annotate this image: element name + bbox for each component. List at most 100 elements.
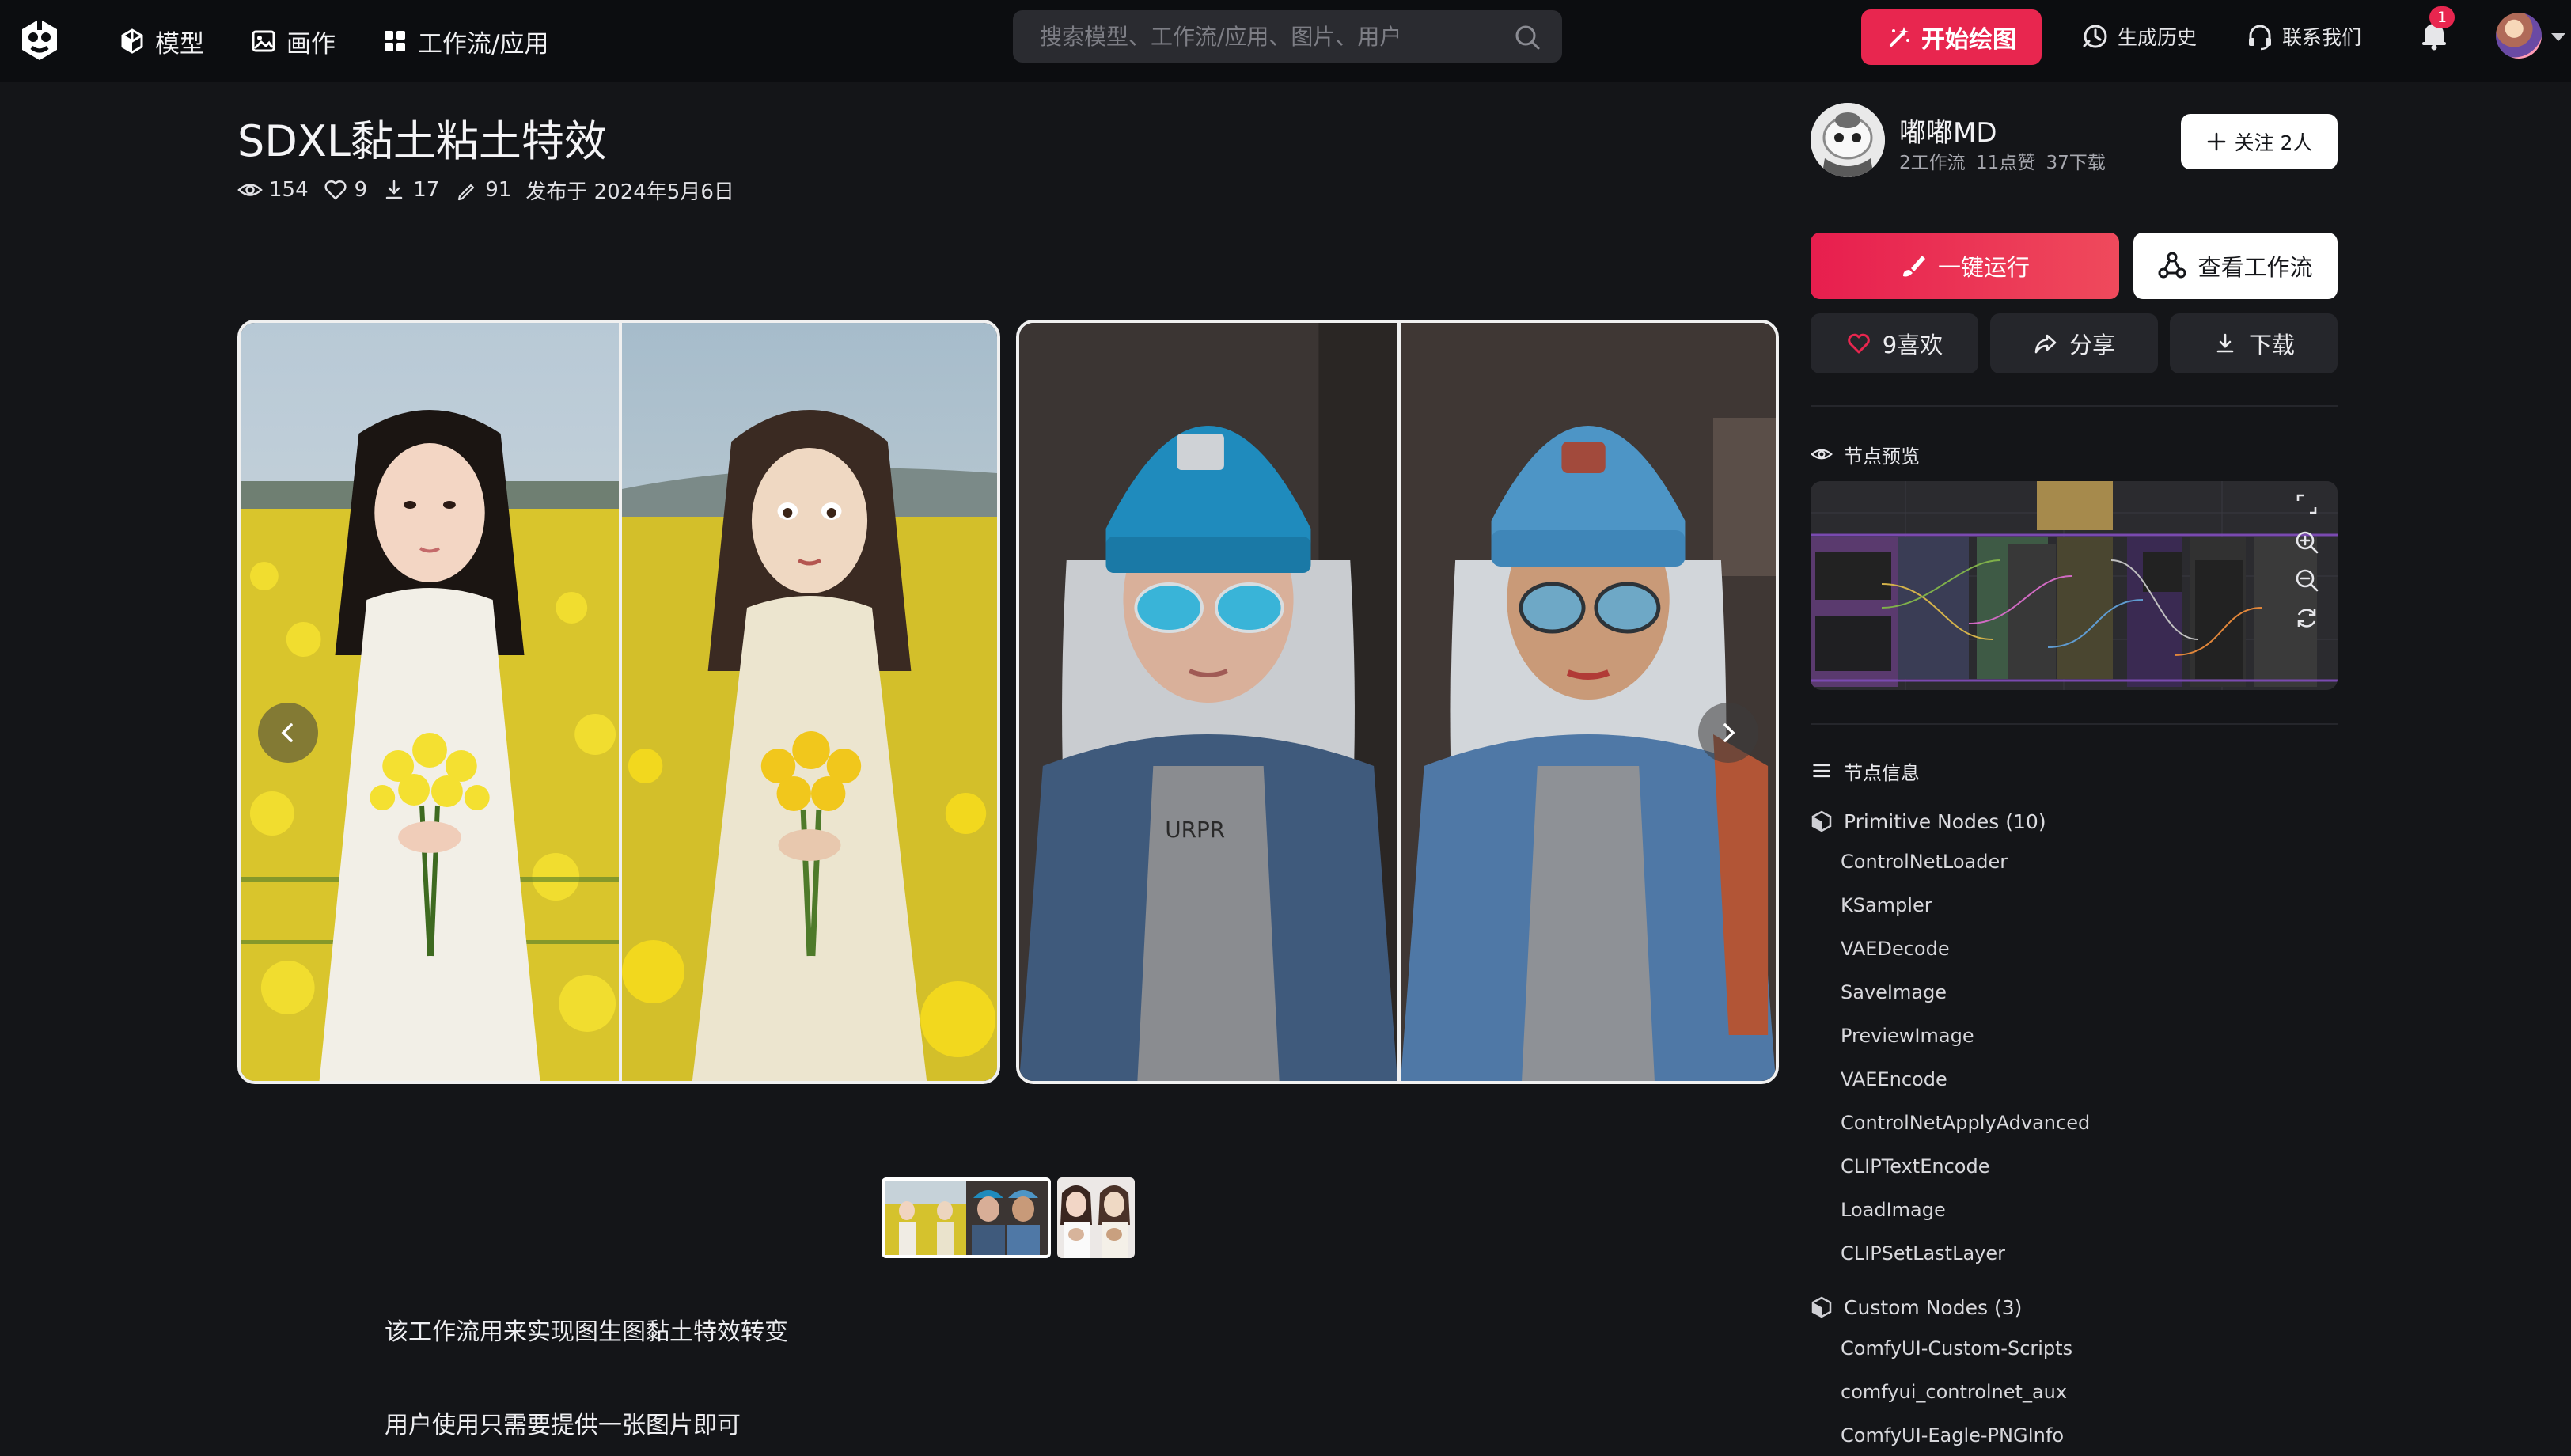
contact-us-link[interactable]: 联系我们 <box>2246 17 2361 55</box>
nav-artworks[interactable]: 画作 <box>250 17 336 65</box>
magic-wand-icon <box>1890 27 1909 47</box>
node-preview-title: 节点预览 <box>1811 440 1920 468</box>
primitive-nodes-title: Primitive Nodes (10) <box>1844 810 2046 833</box>
node-item: ControlNetLoader <box>1841 851 2008 873</box>
top-navigation-bar: 模型 画作 工作流/应用 开始绘图 <box>0 0 2571 82</box>
reset-view-icon[interactable] <box>2293 605 2320 631</box>
follow-button[interactable]: 关注 2人 <box>2181 114 2338 169</box>
sidebar-divider <box>1811 723 2338 725</box>
workflow-icon <box>2158 252 2186 279</box>
follow-label: 关注 2人 <box>2234 131 2313 154</box>
thumbnail-2[interactable] <box>1057 1177 1135 1258</box>
node-item: CLIPSetLastLayer <box>1841 1242 2005 1265</box>
carousel-thumbnails <box>882 1177 1135 1258</box>
downloads-stat: 17 <box>381 177 439 203</box>
views-stat: 154 <box>237 177 309 203</box>
nav-workflows-label: 工作流/应用 <box>418 29 549 59</box>
history-icon <box>2083 25 2107 48</box>
like-button[interactable]: 9喜欢 <box>1811 313 1978 373</box>
node-item: SaveImage <box>1841 981 1947 1003</box>
notification-badge: 1 <box>2429 6 2455 28</box>
author-avatar-image <box>1811 103 1885 177</box>
workflow-meta: 154 9 17 91 发布于 2024年5月6日 <box>237 174 734 206</box>
node-item: KSampler <box>1841 894 1932 916</box>
carousel-slide-beanie-girl[interactable]: URPR <box>1016 320 1779 1084</box>
node-item: ComfyUI-Eagle-PNGInfo <box>1841 1424 2064 1447</box>
one-click-run-label: 一键运行 <box>1937 254 2030 281</box>
custom-nodes-group[interactable]: Custom Nodes (3) <box>1811 1291 2022 1323</box>
chevron-down-icon[interactable] <box>2550 32 2567 43</box>
one-click-run-button[interactable]: 一键运行 <box>1811 233 2119 299</box>
clay-version <box>619 323 997 1081</box>
download-label: 下载 <box>2248 332 2295 358</box>
node-info-title: 节点信息 <box>1811 756 1920 785</box>
svg-text:URPR: URPR <box>1165 817 1225 843</box>
zoom-in-icon[interactable] <box>2293 529 2320 555</box>
author-name[interactable]: 嘟嘟MD <box>1899 111 1997 150</box>
page-title: SDXL黏土粘土特效 <box>237 116 607 166</box>
plus-icon <box>2207 132 2225 151</box>
cube-icon <box>121 28 143 54</box>
carousel-next-button[interactable] <box>1698 703 1758 763</box>
fullscreen-icon[interactable] <box>2293 491 2320 518</box>
flower-girl-photo-image <box>241 323 619 1081</box>
beanie-girl-photo-image: URPR <box>1019 323 1397 1081</box>
author-avatar[interactable] <box>1811 103 1885 177</box>
node-item: CLIPTextEncode <box>1841 1155 1990 1177</box>
node-item: ControlNetApplyAdvanced <box>1841 1112 2091 1134</box>
list-icon <box>1813 764 1830 778</box>
share-icon <box>2034 334 2057 354</box>
custom-nodes-title: Custom Nodes (3) <box>1844 1295 2023 1319</box>
heart-icon <box>1847 333 1870 354</box>
primitive-nodes-group[interactable]: Primitive Nodes (10) <box>1811 806 2046 837</box>
view-workflow-label: 查看工作流 <box>2197 254 2313 281</box>
node-item: ComfyUI-Custom-Scripts <box>1841 1337 2073 1359</box>
generation-history-label: 生成历史 <box>2118 26 2197 49</box>
author-stats: 2工作流 11点赞 37下载 <box>1899 153 2106 173</box>
carousel-slide-flower-girl[interactable] <box>237 320 1000 1084</box>
site-logo-icon[interactable] <box>16 16 63 63</box>
node-item: LoadImage <box>1841 1199 1946 1221</box>
image-carousel[interactable]: URPR <box>237 320 1779 1084</box>
generation-history-link[interactable]: 生成历史 <box>2081 17 2197 55</box>
zoom-out-icon[interactable] <box>2293 567 2320 593</box>
contact-us-label: 联系我们 <box>2282 26 2362 49</box>
like-label: 9喜欢 <box>1882 332 1943 358</box>
description-line-2: 用户使用只需要提供一张图片即可 <box>385 1412 741 1439</box>
search-input[interactable] <box>1040 23 1499 50</box>
node-preview-canvas[interactable] <box>1811 481 2338 690</box>
thumbnail-2-image <box>1057 1177 1135 1258</box>
node-item: VAEDecode <box>1841 938 1950 960</box>
image-icon <box>252 30 275 52</box>
download-button[interactable]: 下载 <box>2170 313 2338 373</box>
download-icon <box>2216 333 2234 353</box>
eye-icon <box>1811 449 1833 460</box>
nav-models[interactable]: 模型 <box>119 17 204 65</box>
publish-date: 发布于 2024年5月6日 <box>525 180 734 204</box>
view-workflow-button[interactable]: 查看工作流 <box>2133 233 2338 299</box>
chevron-left-icon <box>281 723 293 742</box>
node-item: VAEEncode <box>1841 1068 1947 1090</box>
search-icon[interactable] <box>1513 23 1541 51</box>
node-info-label: 节点信息 <box>1844 761 1920 784</box>
clay-version <box>1397 323 1776 1081</box>
carousel-prev-button[interactable] <box>258 703 318 763</box>
sidebar-divider <box>1811 405 2338 407</box>
description-line-1: 该工作流用来实现图生图黏土特效转变 <box>385 1318 788 1346</box>
pencil-icon <box>458 184 475 201</box>
download-icon <box>385 180 403 199</box>
heart-icon <box>324 180 347 200</box>
user-avatar[interactable] <box>2496 13 2542 59</box>
chevron-right-icon <box>1723 723 1735 742</box>
thumbnail-1-image <box>885 1181 1048 1255</box>
cube-icon <box>1811 1296 1832 1318</box>
nav-workflows[interactable]: 工作流/应用 <box>381 17 548 65</box>
likes-stat: 9 <box>323 177 367 203</box>
search-box[interactable] <box>1013 10 1562 63</box>
share-button[interactable]: 分享 <box>1990 313 2158 373</box>
nav-models-label: 模型 <box>155 29 204 59</box>
node-graph-image <box>1811 481 2338 690</box>
start-drawing-button[interactable]: 开始绘图 <box>1861 9 2042 65</box>
node-preview-tools <box>2287 491 2326 649</box>
thumbnail-1[interactable] <box>882 1177 1051 1258</box>
